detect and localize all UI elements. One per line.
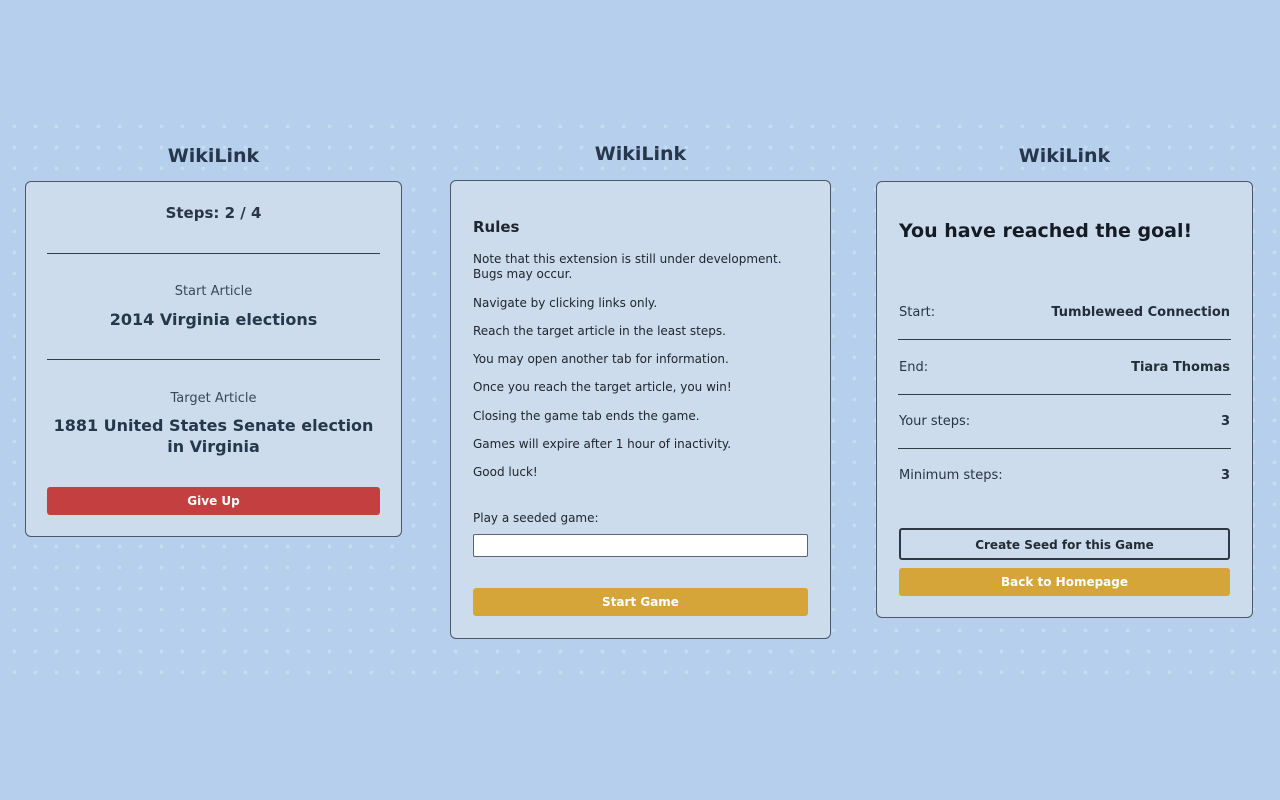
target-article-label: Target Article: [170, 391, 257, 406]
stat-value: Tumbleweed Connection: [1051, 305, 1230, 320]
start-game-button[interactable]: Start Game: [473, 588, 808, 616]
result-card: You have reached the goal! Start: Tumble…: [876, 181, 1253, 618]
game-card: Steps: 2 / 4 Start Article 2014 Virginia…: [25, 181, 402, 537]
rule-item: Games will expire after 1 hour of inacti…: [473, 437, 732, 451]
goal-heading: You have reached the goal!: [899, 220, 1193, 242]
give-up-button[interactable]: Give Up: [47, 487, 380, 515]
stat-label: Minimum steps:: [899, 468, 1003, 483]
divider: [47, 253, 380, 254]
create-seed-button[interactable]: Create Seed for this Game: [899, 528, 1230, 560]
steps-counter: Steps: 2 / 4: [165, 204, 262, 222]
stat-label: End:: [899, 360, 929, 375]
rules-heading: Rules: [473, 218, 520, 236]
start-article-title: 2014 Virginia elections: [109, 310, 318, 329]
rules-card: Rules Note that this extension is still …: [450, 180, 831, 639]
stat-value: Tiara Thomas: [1131, 360, 1230, 375]
divider: [898, 448, 1231, 449]
stat-label: Start:: [899, 305, 936, 320]
start-article-label: Start Article: [174, 284, 253, 299]
divider: [898, 339, 1231, 340]
back-to-homepage-button[interactable]: Back to Homepage: [899, 568, 1230, 596]
rule-item: Note that this extension is still under …: [473, 252, 782, 281]
app-title: WikiLink: [167, 145, 260, 167]
seed-label: Play a seeded game:: [473, 511, 599, 525]
divider: [898, 394, 1231, 395]
target-article-title: 1881 United States Senate election in Vi…: [53, 416, 374, 456]
rule-item: Navigate by clicking links only.: [473, 296, 658, 310]
stat-value: 3: [1220, 468, 1230, 483]
divider: [47, 359, 380, 360]
rule-item: Closing the game tab ends the game.: [473, 409, 700, 423]
stat-value: 3: [1220, 414, 1230, 429]
app-title: WikiLink: [1018, 145, 1111, 167]
rule-item: You may open another tab for information…: [473, 352, 729, 366]
rule-item: Reach the target article in the least st…: [473, 324, 726, 338]
seed-input[interactable]: [473, 534, 808, 557]
rule-item: Good luck!: [473, 465, 538, 479]
stat-label: Your steps:: [899, 414, 971, 429]
app-title: WikiLink: [594, 143, 687, 165]
rule-item: Once you reach the target article, you w…: [473, 380, 732, 394]
